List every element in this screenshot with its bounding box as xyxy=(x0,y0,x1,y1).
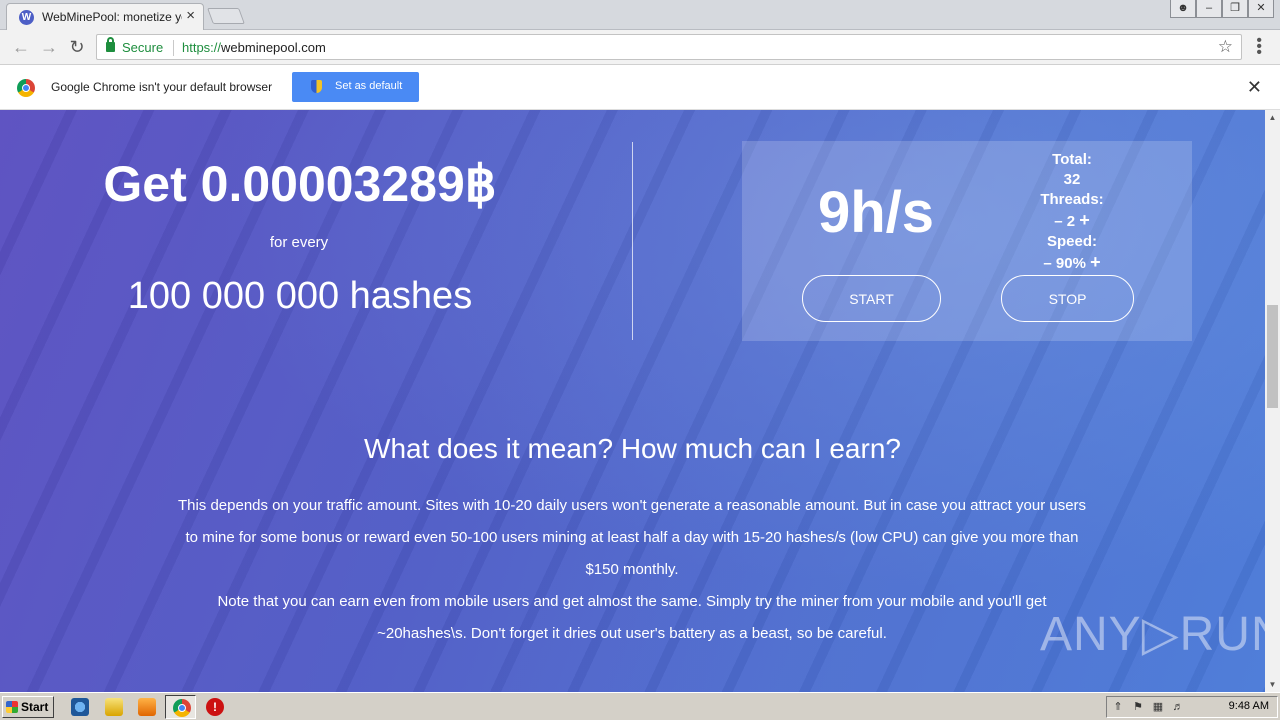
threads-control: – 2 + xyxy=(1012,210,1132,232)
scroll-thumb[interactable] xyxy=(1267,305,1278,408)
earnings-paragraph-1: This depends on your traffic amount. Sit… xyxy=(177,497,1087,578)
speed-label: Speed: xyxy=(1046,233,1097,250)
menu-icon[interactable]: • • • xyxy=(1256,33,1262,61)
earnings-description: This depends on your traffic amount. Sit… xyxy=(172,490,1092,650)
folder-icon[interactable] xyxy=(105,698,123,716)
clock: 9:48 AM xyxy=(1228,700,1269,712)
infobar-close-icon[interactable]: ✕ xyxy=(1247,77,1262,98)
url-text: https://webminepool.com xyxy=(182,40,326,55)
chrome-taskbar-icon xyxy=(173,699,191,717)
media-player-icon[interactable] xyxy=(138,698,156,716)
forward-icon[interactable]: → xyxy=(38,36,60,58)
windows-taskbar: Start ! ⇑ ⚑ ▦ ♬ 9:48 AM xyxy=(0,692,1280,720)
lock-icon xyxy=(106,37,115,52)
window-controls: ☻ – ❐ ✕ xyxy=(1170,0,1274,18)
user-icon[interactable]: ☻ xyxy=(1170,0,1196,18)
total-value: 32 xyxy=(1063,171,1081,188)
start-button[interactable]: START xyxy=(802,275,941,322)
url-scheme: https:// xyxy=(182,40,222,55)
reload-icon[interactable]: ↻ xyxy=(66,36,88,58)
system-tray: ⇑ ⚑ ▦ ♬ 9:48 AM xyxy=(1106,696,1278,718)
earnings-heading: What does it mean? How much can I earn? xyxy=(364,433,901,464)
infobar-message: Google Chrome isn't your default browser xyxy=(51,80,273,94)
chrome-logo-icon xyxy=(17,79,35,97)
internet-explorer-icon[interactable] xyxy=(71,698,89,716)
tab-strip: W WebMinePool: monetize you × ☻ – ❐ ✕ xyxy=(0,0,1280,30)
tray-expand-icon[interactable]: ⇑ xyxy=(1111,700,1125,714)
stop-button[interactable]: STOP xyxy=(1001,275,1134,322)
close-window-icon[interactable]: ✕ xyxy=(1248,0,1274,18)
miner-stats: Total: 32 Threads: – 2 + Speed: – 90% + xyxy=(1012,150,1132,274)
page-content: Get 0.00003289฿ for every 100 000 000 ha… xyxy=(0,110,1265,692)
tab-title: WebMinePool: monetize you xyxy=(42,10,182,24)
tab-close-icon[interactable]: × xyxy=(186,7,195,24)
default-browser-infobar: Google Chrome isn't your default browser… xyxy=(0,65,1280,110)
set-as-default-label: Set as default xyxy=(335,80,403,92)
hashes-amount: 100 000 000 hashes xyxy=(127,275,473,317)
omnibox-separator xyxy=(173,40,174,56)
threads-plus-button[interactable]: + xyxy=(1079,210,1090,230)
threads-value: 2 xyxy=(1066,213,1076,230)
page-scrollbar[interactable]: ▲ ▼ xyxy=(1265,110,1280,692)
start-label: Start xyxy=(21,700,49,714)
back-icon[interactable]: ← xyxy=(10,36,32,58)
for-every-label: for every xyxy=(269,234,329,251)
scroll-down-icon[interactable]: ▼ xyxy=(1265,677,1280,692)
browser-toolbar: ← → ↻ Secure https://webminepool.com ☆ •… xyxy=(0,30,1280,65)
opera-icon[interactable]: ! xyxy=(206,698,224,716)
minimize-icon[interactable]: – xyxy=(1196,0,1222,18)
hashrate-display: 9h/s xyxy=(817,180,935,245)
miner-panel: 9h/s Total: 32 Threads: – 2 + Speed: – 9… xyxy=(742,141,1192,341)
windows-flag-icon xyxy=(6,701,18,713)
scroll-up-icon[interactable]: ▲ xyxy=(1265,110,1280,125)
earnings-paragraph-2: Note that you can earn even from mobile … xyxy=(217,593,1047,642)
threads-minus-button[interactable]: – xyxy=(1054,213,1062,230)
threads-label: Threads: xyxy=(1040,191,1104,208)
reward-headline: Get 0.00003289฿ xyxy=(103,156,497,212)
speed-minus-button[interactable]: – xyxy=(1043,255,1051,272)
chrome-taskbar-button[interactable] xyxy=(165,695,196,719)
address-bar[interactable]: Secure https://webminepool.com ☆ xyxy=(96,34,1242,60)
anyrun-watermark: ANY▷RUN xyxy=(1040,608,1265,661)
speed-plus-button[interactable]: + xyxy=(1090,252,1101,272)
speed-control: – 90% + xyxy=(1012,252,1132,274)
network-icon[interactable]: ▦ xyxy=(1151,700,1165,714)
hero-divider xyxy=(632,142,633,340)
flag-tray-icon[interactable]: ⚑ xyxy=(1131,700,1145,714)
shield-icon xyxy=(311,80,322,93)
url-host: webminepool.com xyxy=(221,40,326,55)
start-button[interactable]: Start xyxy=(2,696,54,718)
browser-tab[interactable]: W WebMinePool: monetize you × xyxy=(6,3,204,30)
total-label: Total: xyxy=(1052,151,1092,168)
site-favicon-icon: W xyxy=(19,10,34,25)
restore-icon[interactable]: ❐ xyxy=(1222,0,1248,18)
secure-label: Secure xyxy=(122,40,164,55)
volume-icon[interactable]: ♬ xyxy=(1171,700,1185,714)
bookmark-star-icon[interactable]: ☆ xyxy=(1218,37,1233,57)
speed-value: 90% xyxy=(1055,255,1086,272)
set-as-default-button[interactable]: Set as default xyxy=(292,72,419,102)
new-tab-button[interactable] xyxy=(207,8,245,24)
